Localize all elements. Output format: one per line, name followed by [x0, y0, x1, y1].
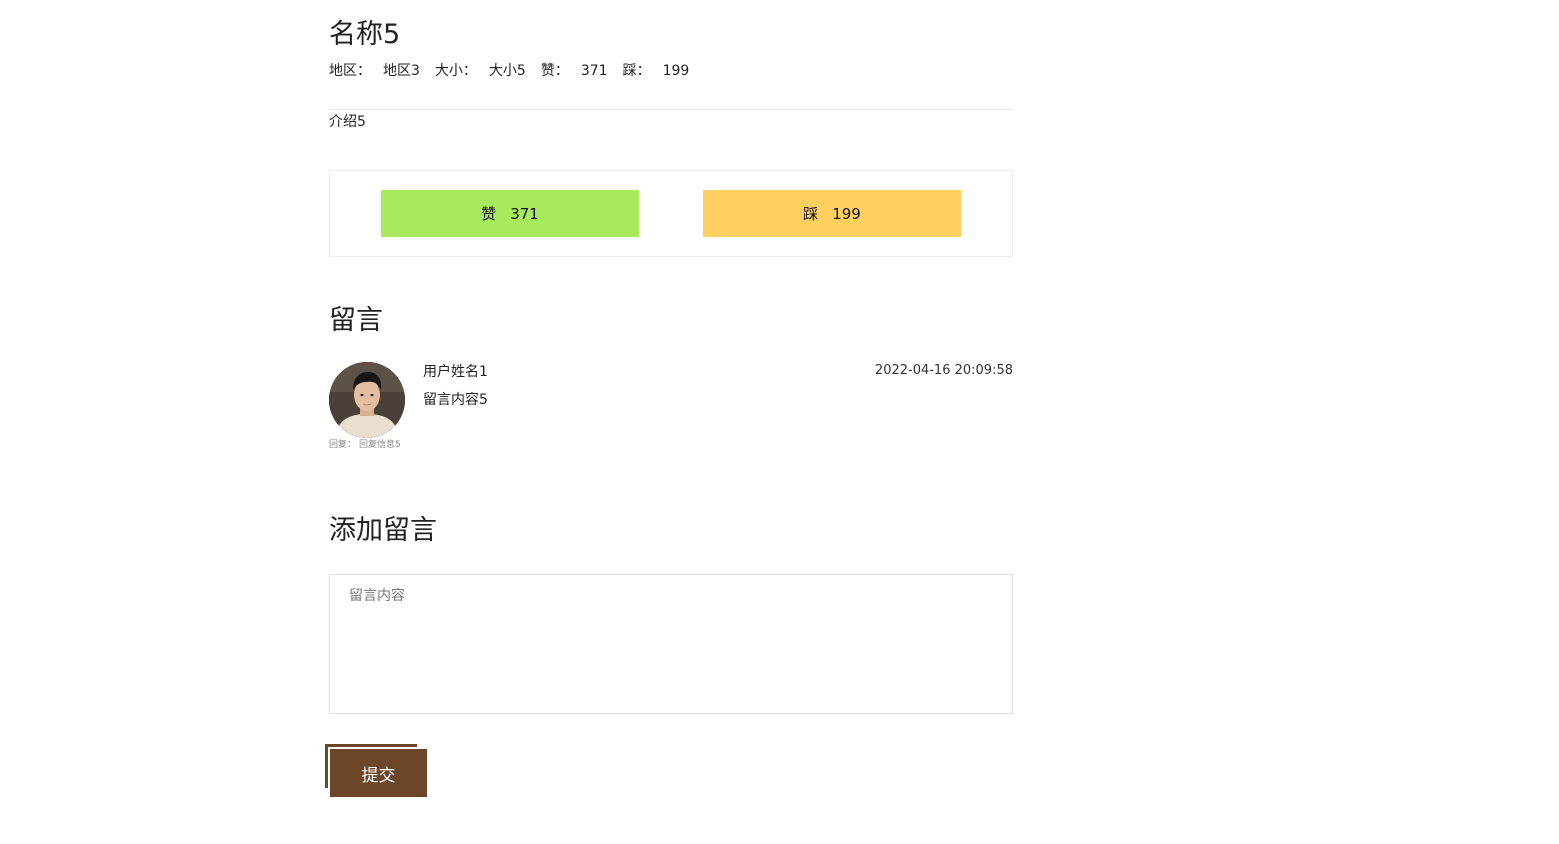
- title-divider: [329, 109, 1013, 110]
- dislike-button-count: 199: [832, 204, 861, 223]
- meta-dislikes: 踩： 199: [623, 61, 690, 81]
- meta-size-label: 大小：: [434, 63, 477, 79]
- like-button-count: 371: [510, 204, 539, 223]
- meta-region-value: 地区3: [383, 63, 420, 79]
- item-meta: 地区： 地区3 大小： 大小5 赞： 371 踩： 199: [329, 61, 704, 81]
- like-button[interactable]: 赞 371: [381, 190, 639, 237]
- meta-size-value: 大小5: [488, 63, 526, 79]
- comment-timestamp: 2022-04-16 20:09:58: [874, 363, 1013, 378]
- meta-size: 大小： 大小5: [435, 61, 526, 81]
- dislike-button-label: 踩: [803, 205, 819, 223]
- comments-section-title: 留言: [329, 305, 383, 336]
- user-avatar-icon: [329, 362, 405, 438]
- comment-content: 留言内容5: [423, 392, 488, 408]
- comment-item: 用户姓名1 留言内容5 2022-04-16 20:09:58 回复： 回复信息5: [329, 362, 1013, 457]
- item-title: 名称5: [329, 19, 401, 50]
- submit-button[interactable]: 提交: [330, 749, 427, 797]
- avatar-photo: [329, 362, 405, 438]
- dislike-button[interactable]: 踩 199: [703, 190, 961, 237]
- comment-reply-label: 回复：: [329, 440, 357, 450]
- item-intro: 介绍5: [329, 114, 366, 130]
- meta-dislikes-value: 199: [662, 63, 690, 79]
- comment-textarea[interactable]: [329, 574, 1013, 714]
- meta-region-label: 地区：: [329, 63, 371, 79]
- meta-likes: 赞： 371: [541, 61, 608, 81]
- comment-username: 用户姓名1: [423, 364, 488, 380]
- comment-reply: 回复： 回复信息5: [329, 439, 401, 451]
- meta-likes-label: 赞：: [540, 63, 569, 79]
- meta-likes-value: 371: [580, 63, 608, 79]
- comment-reply-text: 回复信息5: [359, 440, 401, 450]
- meta-region: 地区： 地区3: [329, 61, 420, 81]
- like-button-label: 赞: [481, 205, 497, 223]
- add-comment-title: 添加留言: [329, 515, 437, 546]
- submit-button-wrap: 提交: [325, 744, 429, 798]
- vote-panel: 赞 371 踩 199: [329, 170, 1013, 257]
- meta-dislikes-label: 踩：: [622, 63, 651, 79]
